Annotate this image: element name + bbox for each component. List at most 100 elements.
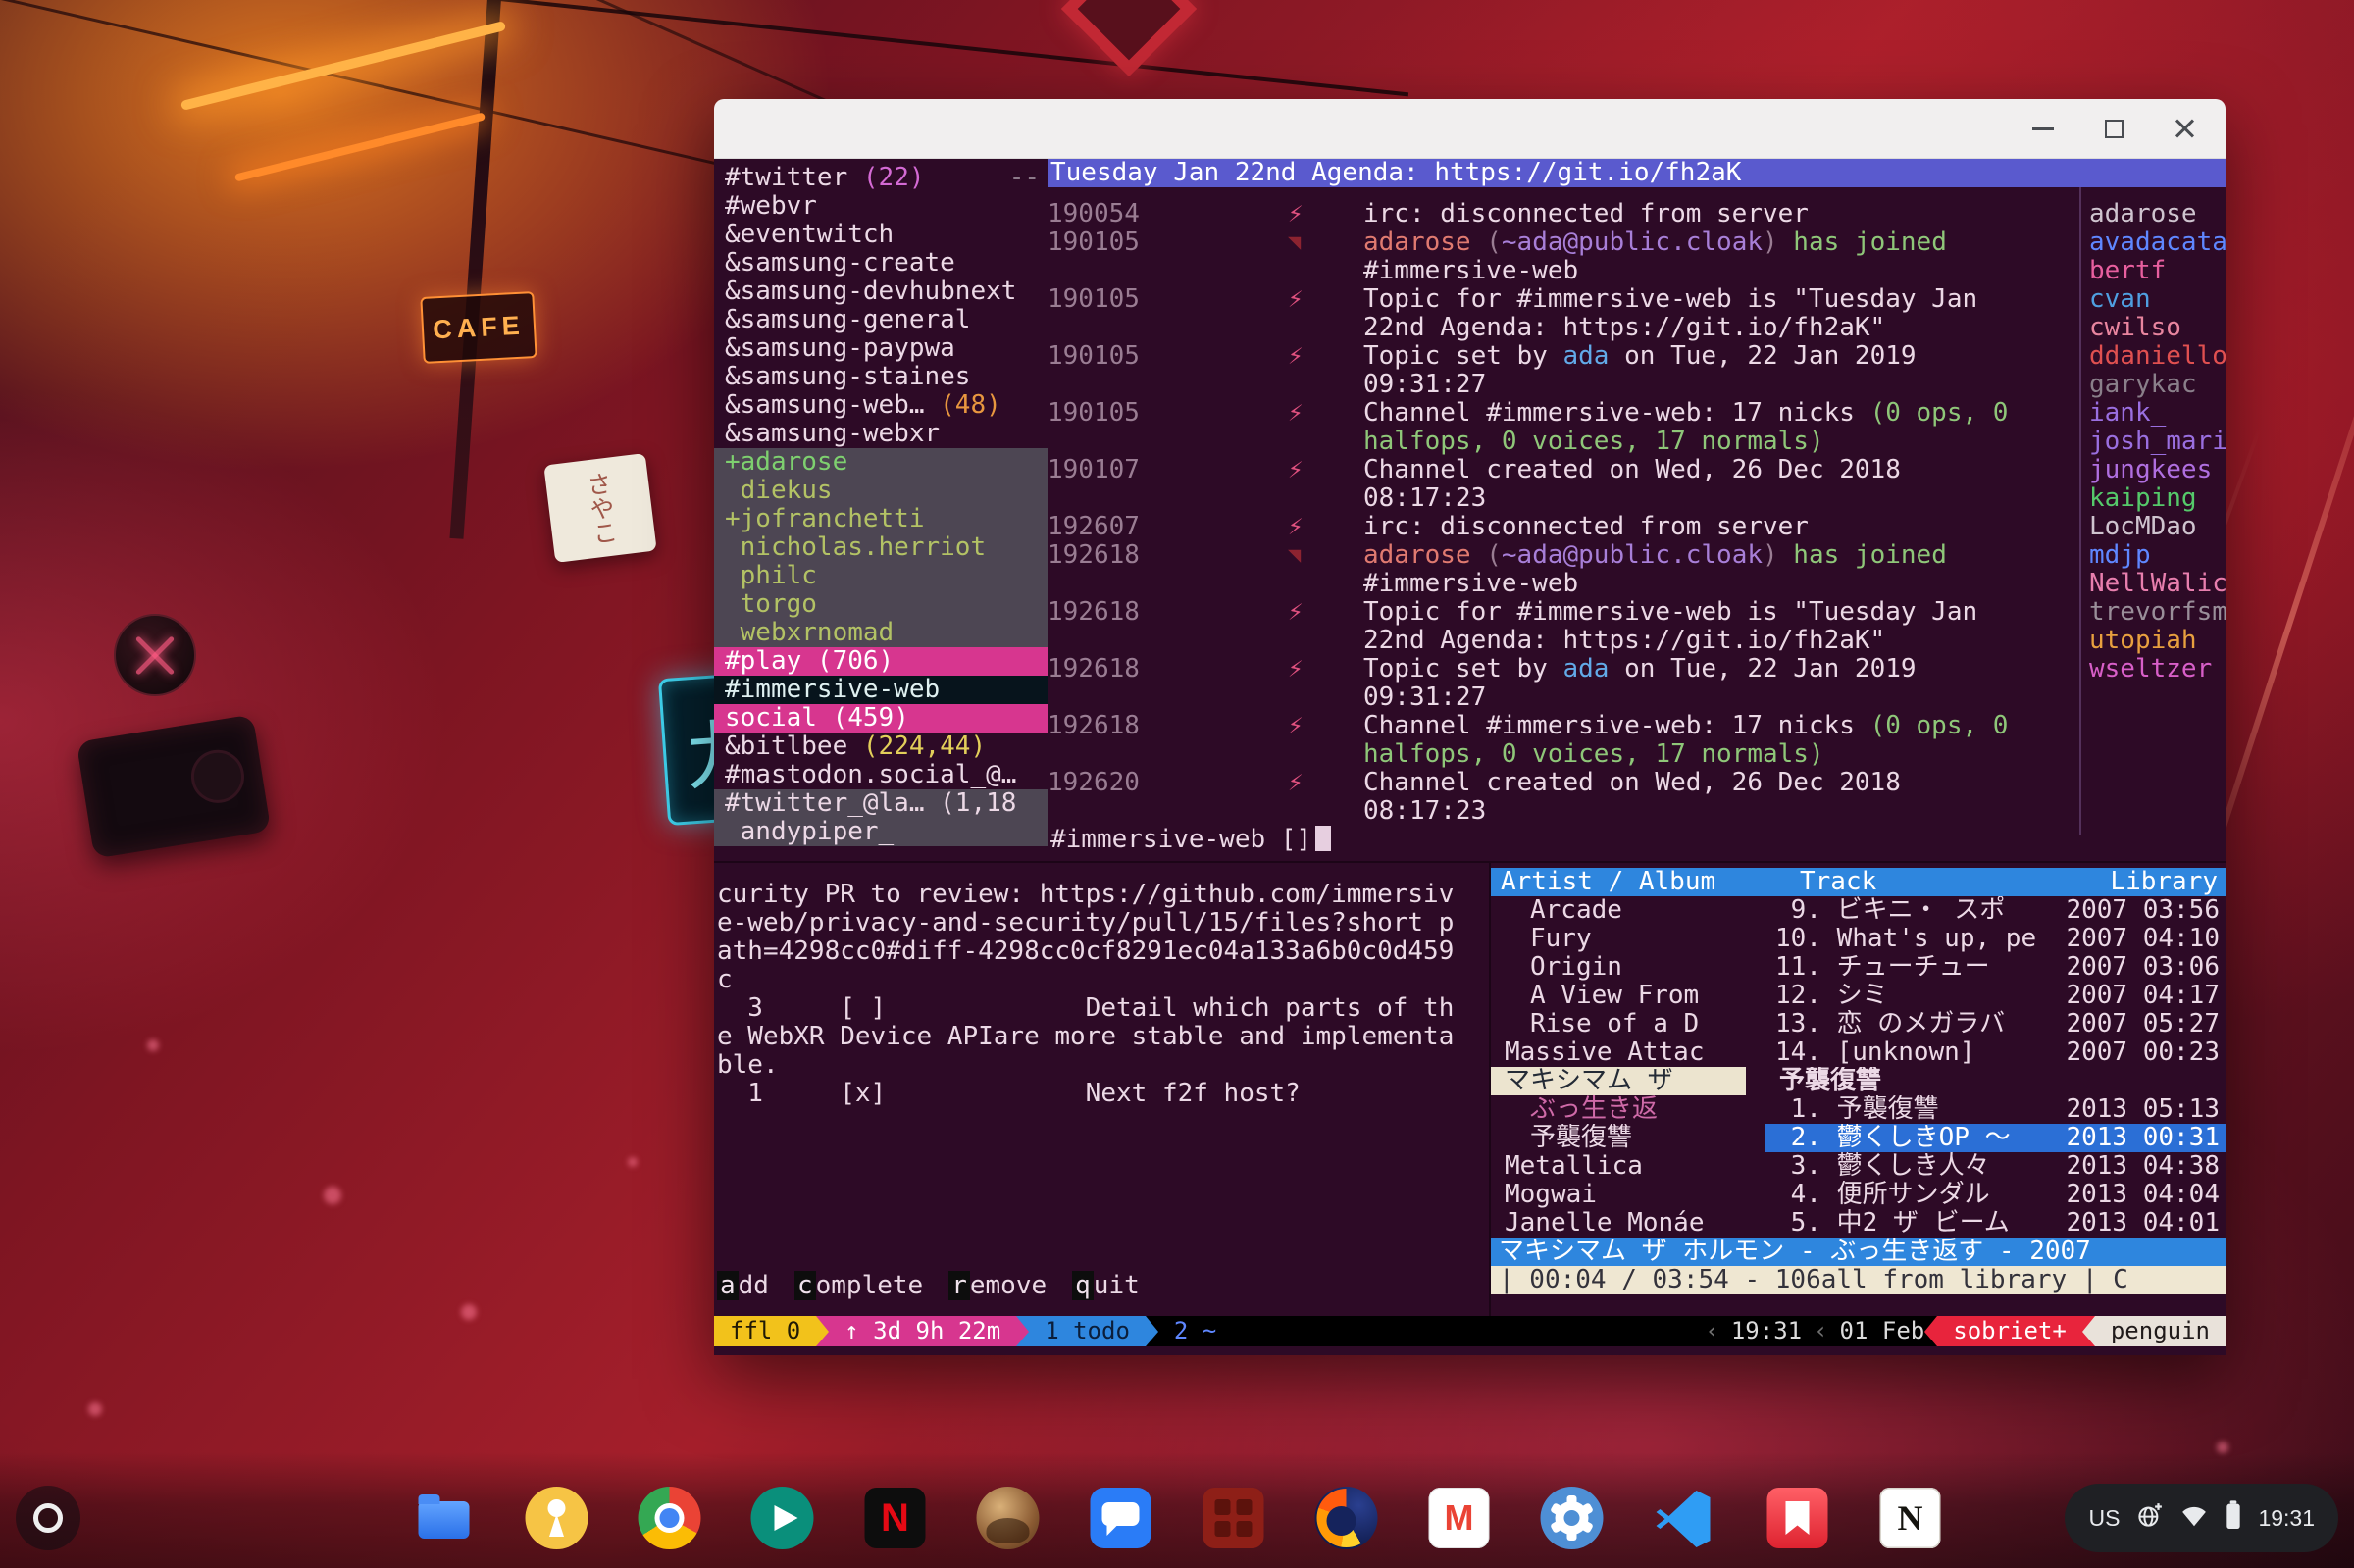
window-titlebar[interactable]: [714, 99, 2226, 159]
channel-row[interactable]: andypiper_: [714, 818, 1048, 846]
minimize-button[interactable]: [2021, 107, 2065, 150]
channel-row[interactable]: &samsung-devhubnext: [714, 278, 1048, 306]
irc-message-line: 08:17:23: [1048, 484, 2079, 513]
music-row[interactable]: マキシマム ザ予襲復讐: [1491, 1067, 2226, 1095]
channel-row[interactable]: diekus: [714, 477, 1048, 505]
music-row[interactable]: Massive Attac14. [unknown]2007 00:23: [1491, 1038, 2226, 1067]
message-text: Topic for #immersive-web is "Tuesday Jan: [1363, 598, 2079, 627]
channel-row[interactable]: &bitlbee (224,44): [714, 733, 1048, 761]
channel-row[interactable]: &samsung-staines: [714, 363, 1048, 391]
music-row[interactable]: Mogwai 4. 便所サンダル2013 04:04: [1491, 1181, 2226, 1209]
channel-row[interactable]: #play (706): [714, 647, 1048, 676]
music-row[interactable]: 予襲復讐 2. 鬱くしきOP ～2013 00:31: [1491, 1124, 2226, 1152]
channel-row[interactable]: nicholas.herriot: [714, 533, 1048, 562]
play-media-app-icon[interactable]: [748, 1484, 817, 1552]
game-app-icon[interactable]: [974, 1484, 1043, 1552]
nicklist-item[interactable]: LocMDao: [2089, 513, 2226, 541]
channel-row[interactable]: #twitter (22)--: [714, 164, 1048, 192]
netflix-app-icon[interactable]: [861, 1484, 930, 1552]
notion-app-icon[interactable]: [1876, 1484, 1945, 1552]
tmux-clock-text: 19:31: [1731, 1316, 1802, 1346]
channel-row[interactable]: #webvr: [714, 192, 1048, 221]
vscode-app-icon[interactable]: [1651, 1484, 1719, 1552]
music-row[interactable]: Janelle Monáe 5. 中2 ザ ビーム2013 04:01: [1491, 1209, 2226, 1238]
nicklist-item[interactable]: mdjp: [2089, 541, 2226, 570]
network-event-icon: ⚡: [1288, 200, 1363, 228]
nicklist-item[interactable]: bertf: [2089, 257, 2226, 285]
close-button[interactable]: [2163, 107, 2206, 150]
music-header-track: Track: [1800, 868, 1876, 896]
music-row[interactable]: Metallica 3. 鬱くしき人々2013 04:38: [1491, 1152, 2226, 1181]
channel-row[interactable]: social (459): [714, 704, 1048, 733]
channel-row[interactable]: +adarose: [714, 448, 1048, 477]
irc-message-line: halfops, 0 voices, 17 normals): [1048, 428, 2079, 456]
channel-count: (1,18: [925, 789, 1017, 818]
music-row[interactable]: Origin11. チューチュー2007 03:06: [1491, 953, 2226, 982]
gmail-app-icon[interactable]: [1425, 1484, 1494, 1552]
nicklist-item[interactable]: ddaniello: [2089, 342, 2226, 371]
channel-row[interactable]: #twitter_@la… (1,18: [714, 789, 1048, 818]
red-banner-app-icon[interactable]: [1764, 1484, 1832, 1552]
channel-count: (224,44): [847, 733, 986, 761]
nicklist-item[interactable]: cwilso: [2089, 314, 2226, 342]
nicklist-item[interactable]: adarose: [2089, 200, 2226, 228]
nicklist-item[interactable]: NellWalic: [2089, 570, 2226, 598]
maximize-button[interactable]: [2092, 107, 2135, 150]
channel-row[interactable]: #immersive-web: [714, 676, 1048, 704]
channel-row[interactable]: &eventwitch: [714, 221, 1048, 249]
pane-divider-horizontal[interactable]: [714, 861, 2226, 863]
channel-row[interactable]: &samsung-create: [714, 249, 1048, 278]
channel-label: diekus: [725, 477, 833, 505]
todo-line: ble.: [717, 1051, 1454, 1080]
channel-label: #immersive-web: [725, 676, 940, 704]
channel-row[interactable]: &samsung-general: [714, 306, 1048, 334]
music-track-cell: 予襲復讐: [1766, 1067, 2226, 1095]
channel-row[interactable]: webxrnomad: [714, 619, 1048, 647]
music-row[interactable]: ぶっ生き返 1. 予襲復讐2013 05:13: [1491, 1095, 2226, 1124]
channel-row[interactable]: &samsung-paypwa: [714, 334, 1048, 363]
red-grid-game-app-icon[interactable]: [1200, 1484, 1268, 1552]
music-row[interactable]: Rise of a D13. 恋 のメガラバ2007 05:27: [1491, 1010, 2226, 1038]
powerline-arrow: [1232, 1316, 1245, 1346]
files-app-icon[interactable]: [410, 1484, 479, 1552]
channel-label: &samsung-devhubnext: [725, 278, 1016, 306]
nicklist-item[interactable]: garykac: [2089, 371, 2226, 399]
chrome-app-icon[interactable]: [636, 1484, 704, 1552]
nicklist-item[interactable]: kaiping: [2089, 484, 2226, 513]
nicklist-item[interactable]: josh_mari: [2089, 428, 2226, 456]
nicklist-item[interactable]: utopiah: [2089, 627, 2226, 655]
message-text: Channel #immersive-web: 17 nicks (0 ops,…: [1363, 712, 2079, 740]
system-tray[interactable]: US 19:31: [2065, 1484, 2338, 1552]
irc-nicklist: adaroseavadacatabertfcvancwilsoddaniello…: [2079, 187, 2226, 835]
launcher-button[interactable]: [16, 1486, 80, 1550]
music-row[interactable]: A View From12. シミ2007 04:17: [1491, 982, 2226, 1010]
irc-input[interactable]: #immersive-web []: [1050, 826, 1331, 854]
music-artist-cell: Massive Attac: [1491, 1038, 1746, 1067]
message-icon-spacer: [1288, 797, 1363, 826]
settings-app-icon[interactable]: [1538, 1484, 1607, 1552]
todo-lines: curity PR to review: https://github.com/…: [717, 881, 1454, 1108]
music-row[interactable]: Fury10. What's up, pe2007 04:10: [1491, 925, 2226, 953]
channel-row[interactable]: #mastodon.social_@…: [714, 761, 1048, 789]
channel-row[interactable]: &samsung-webxr: [714, 420, 1048, 448]
tmux-segment: ↑ 3d 9h 22m: [829, 1316, 1016, 1346]
password-key-app-icon[interactable]: [523, 1484, 591, 1552]
music-artist-cell: Rise of a D: [1491, 1010, 1746, 1038]
message-timestamp: 192618: [1048, 712, 1288, 740]
nicklist-item[interactable]: iank_: [2089, 399, 2226, 428]
channel-row[interactable]: +jofranchetti: [714, 505, 1048, 533]
firefox-app-icon[interactable]: [1312, 1484, 1381, 1552]
nicklist-item[interactable]: avadacata: [2089, 228, 2226, 257]
nicklist-item[interactable]: trevorfsm: [2089, 598, 2226, 627]
network-event-icon: ⚡: [1288, 399, 1363, 428]
chat-app-icon[interactable]: [1087, 1484, 1155, 1552]
message-text: Topic for #immersive-web is "Tuesday Jan: [1363, 285, 2079, 314]
channel-row[interactable]: &samsung-web… (48): [714, 391, 1048, 420]
nicklist-item[interactable]: wseltzer: [2089, 655, 2226, 683]
channel-row[interactable]: philc: [714, 562, 1048, 590]
nicklist-item[interactable]: jungkees: [2089, 456, 2226, 484]
message-timestamp: 190105: [1048, 285, 1288, 314]
nicklist-item[interactable]: cvan: [2089, 285, 2226, 314]
music-row[interactable]: Arcade 9. ビキニ・ スポ2007 03:56: [1491, 896, 2226, 925]
channel-row[interactable]: torgo: [714, 590, 1048, 619]
